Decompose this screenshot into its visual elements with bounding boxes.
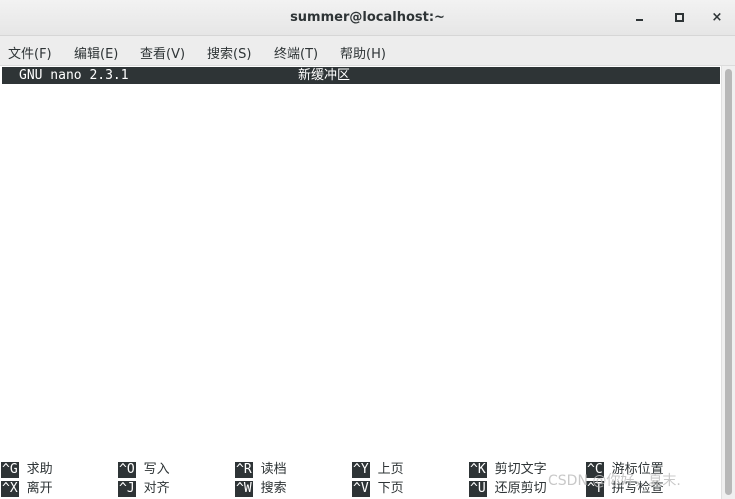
window-title: summer@localhost:~ [290, 10, 445, 25]
shortcut-label: 拼写检查 [611, 481, 664, 496]
maximize-button[interactable] [670, 9, 688, 27]
shortcut-key: ^C [586, 462, 604, 478]
menu-help[interactable]: 帮助(H) [340, 43, 386, 62]
shortcut-key: ^O [118, 462, 136, 478]
shortcut-spell-check: ^T 拼写检查 [586, 481, 664, 499]
menu-edit[interactable]: 编辑(E) [74, 43, 118, 62]
shortcut-label: 搜索 [260, 481, 287, 496]
nano-title-bar: GNU nano 2.3.1 新缓冲区 [2, 67, 720, 84]
shortcut-help: ^G 求助 [1, 462, 53, 480]
nano-buffer-name: 新缓冲区 [298, 68, 351, 83]
maximize-icon [674, 13, 684, 22]
shortcut-label: 游标位置 [611, 462, 664, 477]
shortcut-prev-page: ^Y 上页 [352, 462, 404, 480]
shortcut-label: 剪切文字 [494, 462, 547, 477]
shortcut-key: ^U [469, 481, 487, 497]
minimize-button[interactable] [630, 9, 648, 27]
shortcut-label: 读档 [260, 462, 287, 477]
shortcut-uncut-text: ^U 还原剪切 [469, 481, 547, 499]
close-button[interactable]: × [708, 9, 726, 27]
shortcut-key: ^J [118, 481, 136, 497]
menu-view[interactable]: 查看(V) [140, 43, 185, 62]
menu-terminal[interactable]: 终端(T) [274, 43, 318, 62]
menu-file[interactable]: 文件(F) [8, 43, 52, 62]
shortcut-key: ^X [1, 481, 19, 497]
shortcut-justify: ^J 对齐 [118, 481, 170, 499]
shortcut-cut-text: ^K 剪切文字 [469, 462, 547, 480]
shortcut-key: ^Y [352, 462, 370, 478]
shortcut-label: 上页 [377, 462, 404, 477]
shortcut-key: ^W [235, 481, 253, 497]
shortcut-write-out: ^O 写入 [118, 462, 170, 480]
shortcut-label: 下页 [377, 481, 404, 496]
vertical-scrollbar[interactable] [721, 66, 735, 499]
shortcut-key: ^R [235, 462, 253, 478]
scrollbar-thumb[interactable] [725, 69, 732, 495]
terminal-area[interactable]: GNU nano 2.3.1 新缓冲区 ^G 求助 ^O 写入 ^R 读档 ^Y 上页 … [0, 66, 721, 499]
shortcut-exit: ^X 离开 [1, 481, 53, 499]
menu-bar: 文件(F) 编辑(E) 查看(V) 搜索(S) 终端(T) 帮助(H) [0, 36, 735, 66]
shortcut-key: ^K [469, 462, 487, 478]
title-bar[interactable]: summer@localhost:~ × [0, 0, 735, 36]
shortcut-where-is: ^W 搜索 [235, 481, 287, 499]
shortcut-key: ^V [352, 481, 370, 497]
menu-search[interactable]: 搜索(S) [207, 43, 251, 62]
shortcut-label: 对齐 [143, 481, 170, 496]
shortcut-key: ^T [586, 481, 604, 497]
shortcut-label: 写入 [143, 462, 170, 477]
nano-version: GNU nano 2.3.1 [19, 68, 129, 83]
shortcut-label: 求助 [26, 462, 53, 477]
shortcut-label: 离开 [26, 481, 53, 496]
minimize-icon [635, 18, 643, 21]
close-icon: × [711, 10, 723, 25]
shortcut-key: ^G [1, 462, 19, 478]
terminal-window: summer@localhost:~ × 文件(F) 编辑(E) 查看(V) 搜… [0, 0, 735, 499]
shortcut-label: 还原剪切 [494, 481, 547, 496]
shortcut-read-file: ^R 读档 [235, 462, 287, 480]
shortcut-cursor-position: ^C 游标位置 [586, 462, 664, 480]
shortcut-next-page: ^V 下页 [352, 481, 404, 499]
